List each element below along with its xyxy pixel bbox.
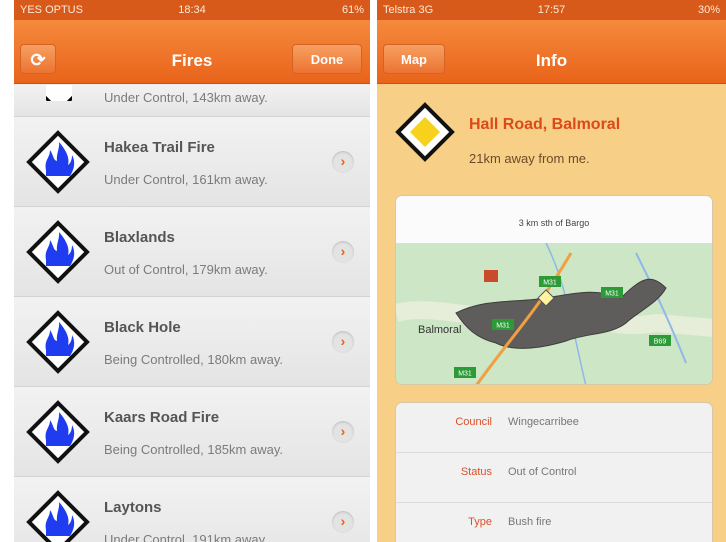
fires-screen: YES OPTUS 18:34 61% Fires ⟳ Done Under C…	[14, 0, 370, 542]
fire-name: Blaxlands	[104, 229, 175, 246]
list-item[interactable]: Black Hole Being Controlled, 180km away.…	[14, 297, 370, 387]
fire-rating-diamond-icon	[395, 102, 455, 162]
clock: 18:34	[178, 4, 206, 16]
map-graphic: M31 M31 M31 B69 M31 Balmoral	[396, 242, 712, 384]
list-item[interactable]: Blaxlands Out of Control, 179km away. ›	[14, 207, 370, 297]
carrier-name: Telstra	[383, 4, 416, 16]
detail-row-council: Council Wingecarribee	[396, 403, 712, 453]
map-place-label: Balmoral	[418, 324, 461, 336]
refresh-icon: ⟳	[30, 50, 46, 70]
details-card: Council Wingecarribee Status Out of Cont…	[395, 402, 713, 542]
battery-label: 30%	[697, 4, 720, 16]
chevron-right-icon: ›	[332, 151, 354, 173]
network-type: 3G	[418, 4, 434, 16]
road-label: M31	[458, 371, 472, 378]
info-content: Hall Road, Balmoral 21km away from me. 3…	[377, 85, 726, 542]
detail-row-status: Status Out of Control	[396, 453, 712, 503]
nav-bar: Info Map	[377, 20, 726, 84]
list-item[interactable]: Laytons Under Control, 191km away. ›	[14, 477, 370, 542]
fire-status: Under Control, 191km away.	[104, 532, 268, 542]
fire-rating-diamond-icon	[26, 130, 90, 194]
list-item[interactable]: Kaars Road Fire Being Controlled, 185km …	[14, 387, 370, 477]
detail-label: Status	[460, 466, 492, 478]
list-item[interactable]: Hakea Trail Fire Under Control, 161km aw…	[14, 117, 370, 207]
chevron-right-icon: ›	[332, 421, 354, 443]
refresh-button[interactable]: ⟳	[20, 44, 56, 74]
fire-name: Hakea Trail Fire	[104, 139, 215, 156]
detail-value: Bush fire	[508, 516, 552, 528]
road-label: B69	[654, 339, 667, 346]
detail-row-type: Type Bush fire	[396, 503, 712, 542]
nav-bar: Fires ⟳ Done	[14, 20, 370, 84]
detail-value: Wingecarribee	[508, 416, 579, 428]
detail-value: Out of Control	[508, 466, 577, 478]
done-button[interactable]: Done	[292, 44, 362, 74]
fire-status: Being Controlled, 185km away.	[104, 442, 283, 457]
fire-status: Being Controlled, 180km away.	[104, 352, 283, 367]
chevron-right-icon: ›	[332, 331, 354, 353]
fire-name: Hall Road, Balmoral	[469, 116, 621, 133]
road-label: M31	[496, 323, 510, 330]
fire-name: Black Hole	[104, 319, 181, 336]
info-screen: Telstra 3G 17:57 30% Info Map Hall Road,…	[377, 0, 726, 542]
fire-rating-diamond-icon	[26, 400, 90, 464]
fire-status: Under Control, 143km away.	[104, 90, 268, 105]
fire-name: Kaars Road Fire	[104, 409, 220, 426]
carrier-label: YES OPTUS	[20, 4, 83, 16]
fire-distance: 21km away from me.	[469, 151, 590, 166]
map-view[interactable]: M31 M31 M31 B69 M31 Balmoral	[396, 242, 712, 384]
detail-label: Council	[455, 416, 492, 428]
fire-rating-diamond-icon	[46, 85, 72, 101]
road-label: M31	[605, 291, 619, 298]
fire-list: Under Control, 143km away. Hakea Trail F…	[14, 85, 370, 542]
detail-label: Type	[468, 516, 492, 528]
chevron-right-icon: ›	[332, 511, 354, 533]
fire-rating-diamond-icon	[26, 310, 90, 374]
carrier-label: Telstra 3G	[383, 4, 495, 16]
road-label: M31	[543, 280, 557, 287]
fire-status: Under Control, 161km away.	[104, 172, 268, 187]
fire-name: Laytons	[104, 499, 162, 516]
chevron-right-icon: ›	[332, 241, 354, 263]
fire-status: Out of Control, 179km away.	[104, 262, 268, 277]
map-caption: 3 km sth of Bargo	[518, 218, 590, 228]
status-bar: Telstra 3G 17:57 30%	[377, 0, 726, 20]
list-item[interactable]: Under Control, 143km away.	[14, 85, 370, 117]
battery-label: 61%	[341, 4, 365, 16]
map-button[interactable]: Map	[383, 44, 445, 74]
fire-rating-diamond-icon	[26, 490, 90, 542]
clock: 17:57	[537, 4, 566, 16]
fire-rating-diamond-icon	[26, 220, 90, 284]
map-card[interactable]: 3 km sth of Bargo M31 M31 M31 B69 M31 Ba…	[395, 195, 713, 385]
status-bar: YES OPTUS 18:34 61%	[14, 0, 370, 20]
